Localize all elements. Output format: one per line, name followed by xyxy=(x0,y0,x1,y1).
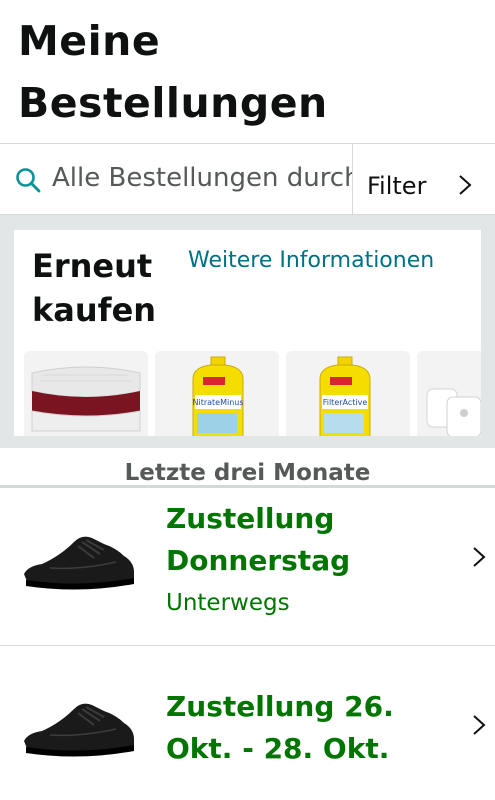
more-info-link[interactable]: Weitere Informationen xyxy=(188,248,434,273)
orders-section-header: Letzte drei Monate xyxy=(0,448,495,488)
page-title: Meine Bestellungen xyxy=(18,10,488,134)
product-thumb-filteractive[interactable]: FilterActive xyxy=(286,351,410,436)
filter-label: Filter xyxy=(367,172,427,200)
delivery-substatus: Unterwegs xyxy=(166,590,290,616)
search-bar: Alle Bestellungen durchsuchen Filter xyxy=(0,143,495,215)
plug-image xyxy=(417,351,481,436)
search-placeholder: Alle Bestellungen durchsuchen xyxy=(52,163,352,193)
buy-again-title: Erneut kaufen xyxy=(32,247,157,329)
search-input[interactable]: Alle Bestellungen durchsuchen xyxy=(0,144,352,214)
page-title-line-1: Meine xyxy=(18,17,161,65)
product-thumb-smart-plug[interactable] xyxy=(417,351,481,436)
mattress-image xyxy=(24,351,148,436)
chevron-right-icon xyxy=(473,715,486,735)
order-row[interactable]: Zustellung 26. Okt. - 28. Okt. xyxy=(0,647,495,800)
chevron-right-icon xyxy=(473,547,486,567)
section-label: Letzte drei Monate xyxy=(124,460,371,486)
svg-text:FilterActive: FilterActive xyxy=(323,398,368,407)
delivery-status: Zustellung 26. Okt. - 28. Okt. xyxy=(166,690,394,765)
order-row[interactable]: Zustellung Donnerstag Unterwegs xyxy=(0,488,495,646)
filter-button[interactable]: Filter xyxy=(352,144,495,214)
buy-again-card: Erneut kaufen Weitere Informationen Nitr… xyxy=(14,230,481,436)
product-thumb-mattress[interactable] xyxy=(24,351,148,436)
black-sneaker-image xyxy=(24,703,134,757)
svg-text:NitrateMinus: NitrateMinus xyxy=(192,398,243,407)
black-sneaker-image xyxy=(24,536,134,590)
search-icon xyxy=(16,168,41,193)
bottle-image: NitrateMinus xyxy=(155,351,279,436)
bottle-image: FilterActive xyxy=(286,351,410,436)
chevron-right-icon xyxy=(459,175,472,195)
product-thumb-nitrateminus[interactable]: NitrateMinus xyxy=(155,351,279,436)
page-title-line-2: Bestellungen xyxy=(18,79,328,127)
delivery-status: Zustellung Donnerstag xyxy=(166,502,351,577)
